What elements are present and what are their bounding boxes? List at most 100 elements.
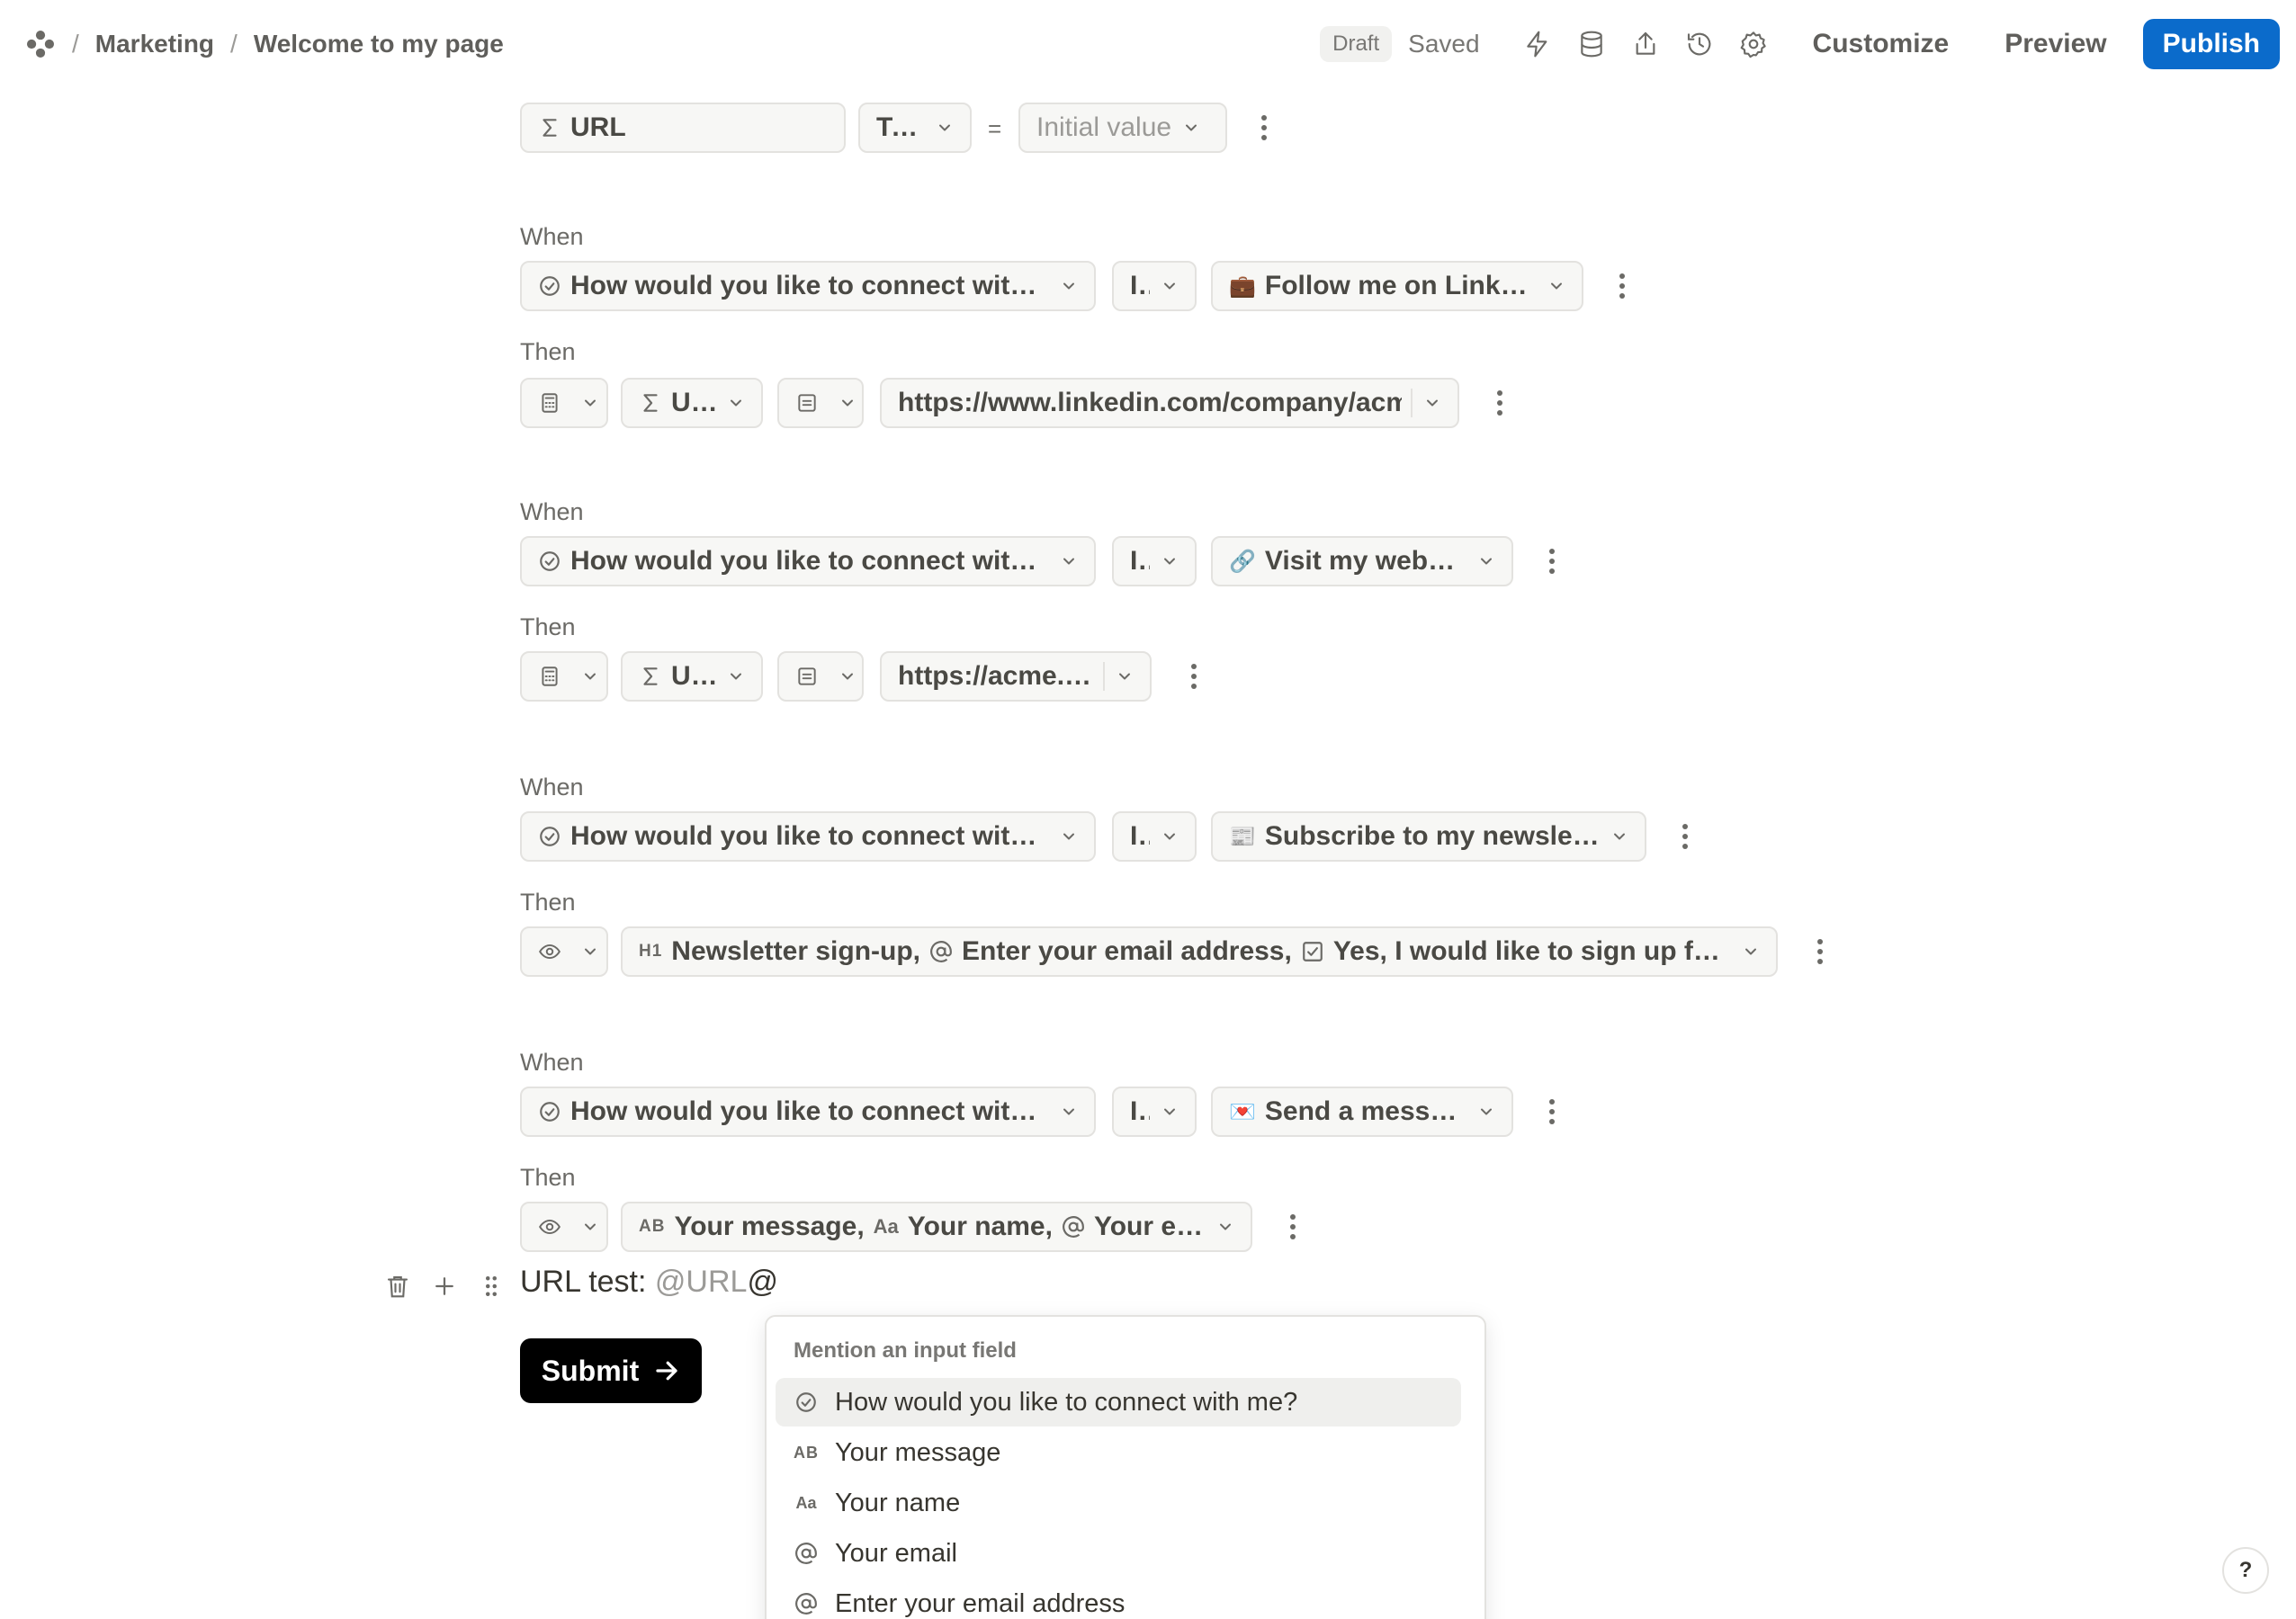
- calculator-icon: [538, 391, 561, 415]
- rule-field-select[interactable]: How would you like to connect with m…: [520, 1087, 1096, 1137]
- url-value-input[interactable]: https://www.linkedin.com/company/acme: [880, 378, 1459, 428]
- chevron-down-icon: [1423, 394, 1441, 412]
- rule-value-select[interactable]: 💌 Send a message: [1211, 1087, 1513, 1137]
- mention-option-label: Enter your email address: [835, 1588, 1126, 1618]
- eye-icon: [538, 940, 561, 963]
- target-variable: URL: [671, 388, 716, 417]
- check-circle-icon: [538, 1100, 561, 1123]
- chevron-down-icon: [581, 667, 599, 685]
- chevron-down-icon: [1060, 827, 1078, 845]
- variable-type: Text: [876, 112, 925, 142]
- action-type-select[interactable]: [520, 651, 608, 702]
- more-options-icon[interactable]: [1609, 268, 1636, 304]
- more-options-icon[interactable]: [1279, 1209, 1306, 1245]
- rule-field-select[interactable]: How would you like to connect with m…: [520, 261, 1096, 311]
- more-options-icon[interactable]: [1538, 543, 1565, 579]
- chevron-down-icon: [1547, 277, 1565, 295]
- workspace-logo-icon[interactable]: [25, 29, 56, 59]
- visibility-action-select[interactable]: [520, 926, 608, 977]
- breadcrumb-marketing[interactable]: Marketing: [95, 30, 214, 58]
- publish-button[interactable]: Publish: [2142, 19, 2280, 69]
- rule-operator-select[interactable]: Is: [1112, 261, 1197, 311]
- rule-operator-select[interactable]: Is: [1112, 536, 1197, 586]
- target-variable-select[interactable]: URL: [621, 651, 763, 702]
- rule-field: How would you like to connect with m…: [570, 546, 1049, 576]
- target-fields-select[interactable]: AB Your message, Aa Your name, Your emai…: [621, 1202, 1252, 1252]
- settings-gear-icon[interactable]: [1726, 17, 1780, 71]
- help-button[interactable]: ?: [2222, 1547, 2269, 1594]
- value-mode-select[interactable]: [777, 651, 864, 702]
- submit-label: Submit: [541, 1354, 640, 1387]
- arrow-right-icon: [653, 1357, 680, 1384]
- chevron-down-icon: [1060, 552, 1078, 570]
- divider: [1411, 389, 1413, 417]
- database-icon[interactable]: [1565, 17, 1619, 71]
- automation-bolt-icon[interactable]: [1511, 17, 1565, 71]
- chevron-down-icon: [581, 943, 599, 961]
- share-icon[interactable]: [1619, 17, 1673, 71]
- chevron-down-icon: [1060, 277, 1078, 295]
- more-options-icon[interactable]: [1538, 1094, 1565, 1130]
- more-options-icon[interactable]: [1486, 385, 1513, 421]
- value-mode-select[interactable]: [777, 378, 864, 428]
- mention-option[interactable]: AB Your message: [776, 1428, 1461, 1477]
- rule-value-select[interactable]: 🔗 Visit my website: [1211, 536, 1513, 586]
- target-fields-select[interactable]: H1 Newsletter sign-up, Enter your email …: [621, 926, 1778, 977]
- initial-value-select[interactable]: Initial value: [1018, 103, 1227, 153]
- mention-option[interactable]: Aa Your name: [776, 1479, 1461, 1527]
- rule-operator: Is: [1130, 1096, 1150, 1126]
- mention-option[interactable]: Enter your email address: [776, 1579, 1461, 1619]
- url-value: https://www.linkedin.com/company/acme: [898, 388, 1403, 417]
- more-options-icon[interactable]: [1251, 110, 1278, 146]
- rule-field-select[interactable]: How would you like to connect with m…: [520, 536, 1096, 586]
- preview-button[interactable]: Preview: [1981, 18, 2130, 70]
- chevron-down-icon: [727, 667, 745, 685]
- chevron-down-icon: [1060, 1103, 1078, 1121]
- drag-handle-icon[interactable]: [468, 1263, 515, 1310]
- add-block-icon[interactable]: [421, 1263, 468, 1310]
- target-field: Enter your email address,: [962, 936, 1292, 966]
- submit-button[interactable]: Submit: [520, 1338, 702, 1403]
- rule-value-select[interactable]: 📰 Subscribe to my newsletter: [1211, 811, 1646, 862]
- visibility-action-select[interactable]: [520, 1202, 608, 1252]
- rule-value-select[interactable]: 💼 Follow me on LinkedIn: [1211, 261, 1583, 311]
- target-variable-select[interactable]: URL: [621, 378, 763, 428]
- rule-value: Send a message: [1264, 1096, 1466, 1126]
- action-type-select[interactable]: [520, 378, 608, 428]
- breadcrumb-page[interactable]: Welcome to my page: [254, 30, 504, 58]
- more-options-icon[interactable]: [1807, 934, 1834, 970]
- mention-option[interactable]: How would you like to connect with me?: [776, 1378, 1461, 1427]
- mention-option[interactable]: Your email: [776, 1529, 1461, 1578]
- text-field-icon: [795, 665, 819, 688]
- url-value: https://acme.inc: [898, 661, 1095, 691]
- url-test-text-block[interactable]: URL test: @URL@: [520, 1265, 778, 1300]
- customize-button[interactable]: Customize: [1789, 18, 1973, 70]
- chevron-down-icon: [1477, 1103, 1495, 1121]
- rule-operator-select[interactable]: Is: [1112, 1087, 1197, 1137]
- more-options-icon[interactable]: [1180, 658, 1207, 694]
- rule-operator-select[interactable]: Is: [1112, 811, 1197, 862]
- history-icon[interactable]: [1673, 17, 1726, 71]
- variable-name: URL: [570, 112, 626, 142]
- chevron-down-icon: [1477, 552, 1495, 570]
- target-field: Your name,: [907, 1212, 1053, 1241]
- variable-type-select[interactable]: Text: [858, 103, 972, 153]
- delete-block-icon[interactable]: [374, 1263, 421, 1310]
- when-label: When: [520, 223, 584, 250]
- sigma-icon: [639, 391, 662, 415]
- rule-field: How would you like to connect with m…: [570, 821, 1049, 851]
- eye-icon: [538, 1215, 561, 1239]
- rule-field-select[interactable]: How would you like to connect with m…: [520, 811, 1096, 862]
- chevron-down-icon: [581, 394, 599, 412]
- url-value-input[interactable]: https://acme.inc: [880, 651, 1152, 702]
- target-field: Newsletter sign-up,: [671, 936, 921, 966]
- variable-name-input[interactable]: URL: [520, 103, 846, 153]
- chevron-down-icon: [1742, 943, 1760, 961]
- chevron-down-icon: [936, 119, 954, 137]
- rule-operator: Is: [1130, 821, 1150, 851]
- breadcrumb: / Marketing / Welcome to my page: [25, 29, 504, 59]
- check-circle-icon: [538, 825, 561, 848]
- more-options-icon[interactable]: [1672, 818, 1699, 854]
- short-text-field-icon: Aa: [794, 1494, 819, 1513]
- url-mention[interactable]: @URL: [655, 1265, 748, 1299]
